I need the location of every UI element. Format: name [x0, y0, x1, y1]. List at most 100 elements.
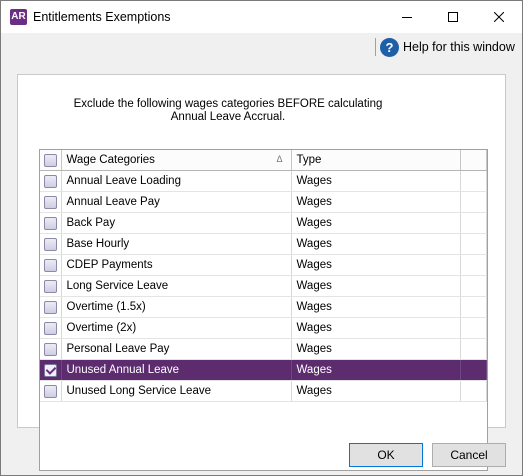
minimize-button[interactable]	[384, 1, 430, 33]
table-row[interactable]: Annual Leave Loading Wages	[40, 170, 487, 192]
row-checkbox[interactable]	[43, 174, 57, 188]
row-checkbox[interactable]	[43, 258, 57, 272]
wage-category-cell[interactable]: Overtime (2x)	[61, 317, 292, 339]
type-cell[interactable]: Wages	[291, 380, 461, 402]
type-cell[interactable]: Wages	[291, 275, 461, 297]
type-label: Wages	[296, 364, 332, 376]
help-icon: ?	[380, 37, 399, 57]
row-checkbox[interactable]	[43, 363, 57, 377]
close-button[interactable]	[476, 1, 522, 33]
maximize-icon	[448, 12, 458, 22]
row-checkbox[interactable]	[43, 237, 57, 251]
type-label: Wages	[296, 175, 332, 187]
help-button[interactable]: ? Help for this window	[380, 37, 515, 57]
wage-category-cell[interactable]: Unused Long Service Leave	[61, 380, 292, 402]
row-checkbox-cell[interactable]	[40, 380, 62, 402]
close-icon	[494, 12, 504, 22]
row-checkbox[interactable]	[43, 321, 57, 335]
type-cell[interactable]: Wages	[291, 233, 461, 255]
wage-category-cell[interactable]: Overtime (1.5x)	[61, 296, 292, 318]
table-row[interactable]: Overtime (2x) Wages	[40, 317, 487, 339]
table-row[interactable]: Base Hourly Wages	[40, 233, 487, 255]
row-checkbox-cell[interactable]	[40, 233, 62, 255]
type-cell[interactable]: Wages	[291, 254, 461, 276]
row-checkbox-cell[interactable]	[40, 170, 62, 192]
wage-category-cell[interactable]: Back Pay	[61, 212, 292, 234]
wage-category-label: Personal Leave Pay	[66, 343, 170, 355]
ok-button[interactable]: OK	[349, 443, 423, 467]
table-row[interactable]: Personal Leave Pay Wages	[40, 338, 487, 360]
filler-cell	[460, 275, 487, 297]
row-checkbox-cell[interactable]	[40, 275, 62, 297]
filler-cell	[460, 338, 487, 360]
wage-category-cell[interactable]: Personal Leave Pay	[61, 338, 292, 360]
select-all-checkbox[interactable]	[43, 153, 57, 167]
wage-category-label: Unused Annual Leave	[66, 364, 180, 376]
cancel-button[interactable]: Cancel	[432, 443, 506, 467]
row-checkbox-cell[interactable]	[40, 254, 62, 276]
sort-ascending-icon: Δ	[276, 154, 283, 164]
row-checkbox-cell[interactable]	[40, 317, 62, 339]
row-checkbox[interactable]	[43, 279, 57, 293]
wage-category-label: Unused Long Service Leave	[66, 385, 212, 397]
column-header-type[interactable]: Type	[291, 150, 461, 171]
table-row[interactable]: Long Service Leave Wages	[40, 275, 487, 297]
wage-category-label: Annual Leave Loading	[66, 175, 181, 187]
wage-category-cell[interactable]: Base Hourly	[61, 233, 292, 255]
row-checkbox[interactable]	[43, 216, 57, 230]
row-checkbox[interactable]	[43, 300, 57, 314]
type-cell[interactable]: Wages	[291, 359, 461, 381]
type-cell[interactable]: Wages	[291, 296, 461, 318]
row-checkbox-cell[interactable]	[40, 212, 62, 234]
column-label-wage-categories: Wage Categories	[66, 154, 155, 166]
title-bar[interactable]: AR Entitlements Exemptions	[1, 1, 522, 33]
wage-category-cell[interactable]: Annual Leave Pay	[61, 191, 292, 213]
row-checkbox-cell[interactable]	[40, 296, 62, 318]
type-cell[interactable]: Wages	[291, 338, 461, 360]
wage-category-cell[interactable]: CDEP Payments	[61, 254, 292, 276]
table-row[interactable]: Annual Leave Pay Wages	[40, 191, 487, 213]
wage-category-label: Back Pay	[66, 217, 116, 229]
wage-category-label: Annual Leave Pay	[66, 196, 160, 208]
type-cell[interactable]: Wages	[291, 191, 461, 213]
row-checkbox-cell[interactable]	[40, 359, 62, 381]
type-cell[interactable]: Wages	[291, 317, 461, 339]
filler-cell	[460, 212, 487, 234]
app-logo-icon: AR	[10, 9, 27, 25]
table-row[interactable]: Overtime (1.5x) Wages	[40, 296, 487, 318]
wage-category-label: Long Service Leave	[66, 280, 169, 292]
type-label: Wages	[296, 238, 332, 250]
row-checkbox[interactable]	[43, 195, 57, 209]
grid-header-row: Wage Categories Δ Type	[40, 150, 487, 171]
type-label: Wages	[296, 196, 332, 208]
filler-cell	[460, 233, 487, 255]
wage-categories-grid[interactable]: Wage Categories Δ Type Annual Leave Load…	[39, 149, 488, 471]
table-row[interactable]: Unused Annual Leave Wages	[40, 359, 487, 381]
filler-cell	[460, 380, 487, 402]
row-checkbox[interactable]	[43, 384, 57, 398]
row-checkbox-cell[interactable]	[40, 191, 62, 213]
table-row[interactable]: Unused Long Service Leave Wages	[40, 380, 487, 402]
row-checkbox[interactable]	[43, 342, 57, 356]
wage-category-cell[interactable]: Unused Annual Leave	[61, 359, 292, 381]
table-row[interactable]: CDEP Payments Wages	[40, 254, 487, 276]
type-cell[interactable]: Wages	[291, 170, 461, 192]
wage-category-cell[interactable]: Long Service Leave	[61, 275, 292, 297]
type-cell[interactable]: Wages	[291, 212, 461, 234]
table-row[interactable]: Back Pay Wages	[40, 212, 487, 234]
row-checkbox-cell[interactable]	[40, 338, 62, 360]
select-all-cell[interactable]	[40, 150, 62, 171]
type-label: Wages	[296, 217, 332, 229]
wage-categories-table: Wage Categories Δ Type Annual Leave Load…	[40, 150, 487, 402]
column-label-type: Type	[296, 154, 322, 166]
wage-category-cell[interactable]: Annual Leave Loading	[61, 170, 292, 192]
maximize-button[interactable]	[430, 1, 476, 33]
type-label: Wages	[296, 259, 332, 271]
filler-cell	[460, 254, 487, 276]
wage-category-label: Overtime (2x)	[66, 322, 137, 334]
type-label: Wages	[296, 385, 332, 397]
filler-cell	[460, 359, 487, 381]
filler-cell	[460, 170, 487, 192]
column-header-wage-categories[interactable]: Wage Categories Δ	[61, 150, 292, 171]
wage-category-label: Base Hourly	[66, 238, 130, 250]
